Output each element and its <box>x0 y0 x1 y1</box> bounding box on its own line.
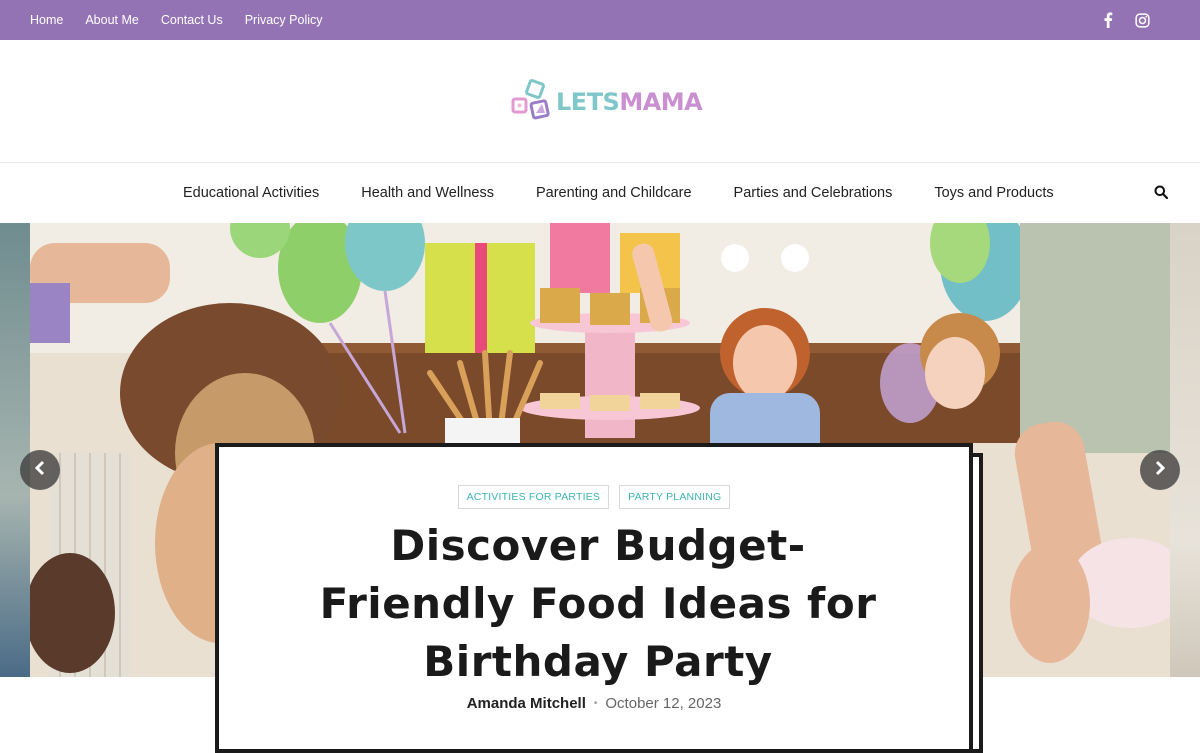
social-links <box>1100 0 1150 40</box>
chevron-right-icon <box>1154 460 1166 481</box>
top-nav: Home About Me Contact Us Privacy Policy <box>30 0 323 40</box>
article-meta: Amanda Mitchell • October 12, 2023 <box>219 695 969 712</box>
tag-activities-for-parties[interactable]: Activities for Parties <box>457 485 610 509</box>
facebook-icon[interactable] <box>1100 12 1116 28</box>
site-logo[interactable]: LETSMAMA <box>510 78 703 126</box>
slider-next-button[interactable] <box>1140 450 1180 490</box>
top-nav-contact[interactable]: Contact Us <box>161 13 223 27</box>
logo-blocks-icon <box>510 78 556 126</box>
top-bar: Home About Me Contact Us Privacy Policy <box>0 0 1200 40</box>
chevron-left-icon <box>34 460 46 481</box>
meta-separator: • <box>593 698 598 709</box>
nav-parties-and-celebrations[interactable]: Parties and Celebrations <box>734 185 893 201</box>
main-nav-items: Educational Activities Health and Wellne… <box>183 163 1054 222</box>
nav-health-and-wellness[interactable]: Health and Wellness <box>361 185 494 201</box>
article-title[interactable]: Discover Budget-Friendly Food Ideas for … <box>299 517 897 691</box>
top-nav-home[interactable]: Home <box>30 13 63 27</box>
logo-text-mama: MAMA <box>619 88 703 116</box>
article-tags: Activities for Parties Party Planning <box>219 485 969 509</box>
logo-text-lets: LETS <box>556 88 620 116</box>
search-icon[interactable] <box>1152 183 1170 201</box>
article-author[interactable]: Amanda Mitchell <box>467 695 586 712</box>
nav-toys-and-products[interactable]: Toys and Products <box>934 185 1053 201</box>
slider-prev-button[interactable] <box>20 450 60 490</box>
instagram-icon[interactable] <box>1134 12 1150 28</box>
main-nav: Educational Activities Health and Wellne… <box>0 163 1200 222</box>
next-slide-peek <box>1170 223 1200 677</box>
nav-parenting-and-childcare[interactable]: Parenting and Childcare <box>536 185 692 201</box>
tag-party-planning[interactable]: Party Planning <box>619 485 731 509</box>
top-nav-privacy[interactable]: Privacy Policy <box>245 13 323 27</box>
article-card: Activities for Parties Party Planning Di… <box>215 443 973 753</box>
logo-text: LETSMAMA <box>556 88 703 116</box>
prev-slide-peek <box>0 223 30 677</box>
article-date: October 12, 2023 <box>605 695 722 712</box>
top-nav-about[interactable]: About Me <box>85 13 139 27</box>
nav-educational-activities[interactable]: Educational Activities <box>183 185 319 201</box>
